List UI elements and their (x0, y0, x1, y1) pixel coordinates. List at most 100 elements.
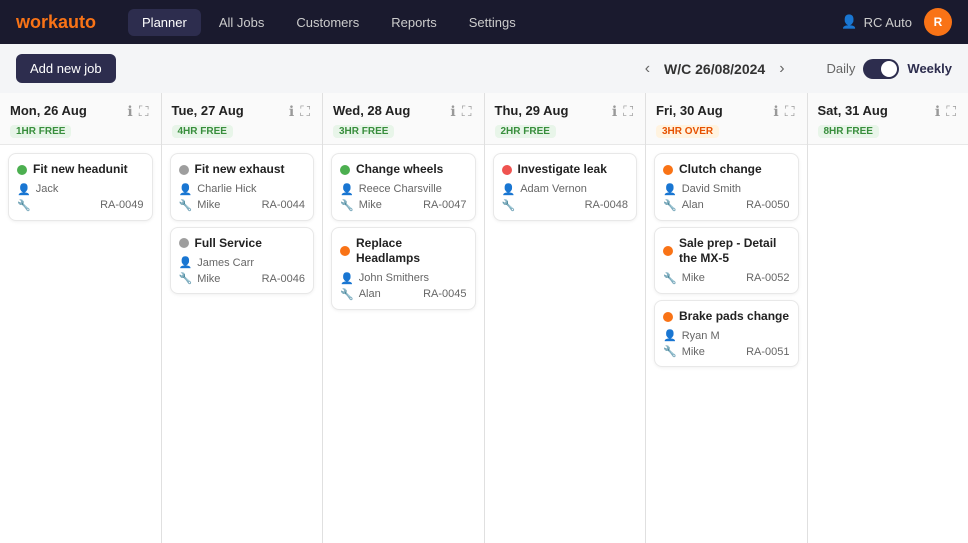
day-jobs-1: Fit new exhaust👤Charlie Hick🔧MikeRA-0044… (162, 145, 323, 302)
avatar[interactable]: R (924, 8, 952, 36)
job-id: RA-0044 (262, 199, 305, 211)
day-badge-5: 8HR FREE (818, 125, 879, 138)
week-label: W/C 26/08/2024 (664, 61, 765, 77)
day-expand-button-0[interactable]: ⛶ (137, 101, 151, 122)
job-title: Investigate leak (518, 162, 607, 178)
day-expand-button-1[interactable]: ⛶ (298, 101, 312, 122)
toolbar: Add new job ‹ W/C 26/08/2024 › Daily Wee… (0, 44, 968, 93)
job-status-dot (340, 165, 350, 175)
day-title-2: Wed, 28 Aug (333, 103, 410, 118)
day-header-2: Wed, 28 Aug ℹ⛶ 3HR FREE (323, 93, 484, 145)
job-card[interactable]: Full Service👤James Carr🔧MikeRA-0046 (170, 227, 315, 295)
day-header-5: Sat, 31 Augℹ⛶8HR FREE (808, 93, 968, 145)
nav-links: PlannerAll JobsCustomersReportsSettings (128, 9, 841, 36)
prev-week-button[interactable]: ‹ (639, 58, 656, 80)
view-daily-label: Daily (827, 61, 856, 76)
day-title-1: Tue, 27 Aug (172, 103, 244, 118)
wrench-icon: 🔧 (179, 199, 193, 212)
job-id: RA-0046 (262, 273, 305, 285)
day-column-3: Thu, 29 Augℹ⛶2HR FREEInvestigate leak👤Ad… (485, 93, 647, 543)
day-column-2: Wed, 28 Aug ℹ⛶ 3HR FREE Change wheels 👤Reece… (323, 93, 485, 543)
toggle-knob (881, 61, 897, 77)
logo: workauto (16, 12, 96, 33)
day-expand-button-3[interactable]: ⛶ (621, 101, 635, 122)
wrench-icon: 🔧 (663, 272, 677, 285)
job-title: Change wheels (356, 162, 443, 178)
day-title-4: Fri, 30 Aug (656, 103, 723, 118)
nav-link-planner[interactable]: Planner (128, 9, 201, 36)
person-icon: 👤 (179, 183, 193, 196)
day-info-button-4[interactable]: ℹ (771, 101, 780, 122)
job-card[interactable]: Investigate leak 👤Adam Vernon 🔧 RA-0048 (493, 153, 638, 221)
day-badge-1: 4HR FREE (172, 125, 233, 138)
job-customer: 👤Ryan M (663, 329, 790, 342)
view-weekly-label: Weekly (907, 61, 952, 76)
day-jobs-0: Fit new headunit👤Jack🔧RA-0049 (0, 145, 161, 229)
day-expand-button-5[interactable]: ⛶ (944, 101, 958, 122)
day-info-button-0[interactable]: ℹ (125, 101, 134, 122)
job-status-dot (340, 246, 350, 256)
job-status-dot (663, 312, 673, 322)
job-status-dot (17, 165, 27, 175)
job-card[interactable]: Change wheels👤Reece Charsville🔧MikeRA-00… (331, 153, 476, 221)
next-week-button[interactable]: › (773, 58, 790, 80)
nav-user[interactable]: 👤 RC Auto (841, 14, 912, 30)
add-new-job-button[interactable]: Add new job (16, 54, 116, 83)
job-id: RA-0048 (585, 199, 628, 211)
week-nav: ‹ W/C 26/08/2024 › (639, 58, 791, 80)
nav-link-customers[interactable]: Customers (282, 9, 373, 36)
job-card[interactable]: Fit new exhaust👤Charlie Hick🔧MikeRA-0044 (170, 153, 315, 221)
logo-accent: auto (58, 12, 96, 32)
job-title: Fit new headunit (33, 162, 128, 178)
job-card[interactable]: Replace Headlamps👤John Smithers🔧AlanRA-0… (331, 227, 476, 310)
wrench-icon: 🔧 (179, 272, 193, 285)
day-badge-4: 3HR OVER (656, 125, 719, 138)
job-assignee: Mike (197, 199, 220, 211)
job-customer: 👤Reece Charsville (340, 183, 467, 196)
day-info-button-2[interactable]: ℹ (448, 101, 457, 122)
wrench-icon: 🔧 (663, 199, 677, 212)
day-badge-2: 3HR FREE (333, 125, 394, 138)
day-info-button-1[interactable]: ℹ (287, 101, 296, 122)
day-header-1: Tue, 27 Aug ℹ⛶ 4HR FREE (162, 93, 323, 145)
nav-link-all-jobs[interactable]: All Jobs (205, 9, 279, 36)
job-customer: 👤Jack (17, 183, 144, 196)
job-card[interactable]: Sale prep - Detail the MX-5🔧MikeRA-0052 (654, 227, 799, 294)
job-customer: 👤Adam Vernon (502, 183, 629, 196)
job-assignee: Mike (197, 273, 220, 285)
day-info-button-3[interactable]: ℹ (610, 101, 619, 122)
person-icon: 👤 (502, 183, 516, 196)
day-expand-button-2[interactable]: ⛶ (460, 101, 474, 122)
job-status-dot (663, 165, 673, 175)
day-title-3: Thu, 29 Aug (495, 103, 569, 118)
nav-link-reports[interactable]: Reports (377, 9, 451, 36)
job-title: Full Service (195, 236, 262, 252)
day-info-button-5[interactable]: ℹ (933, 101, 942, 122)
wrench-icon: 🔧 (502, 199, 516, 212)
job-id: RA-0051 (746, 346, 789, 358)
job-title: Brake pads change (679, 309, 789, 325)
person-icon: 👤 (663, 329, 677, 342)
day-expand-button-4[interactable]: ⛶ (783, 101, 797, 122)
nav-link-settings[interactable]: Settings (455, 9, 530, 36)
day-jobs-4: Clutch change👤David Smith🔧AlanRA-0050Sal… (646, 145, 807, 375)
view-toggle-switch[interactable] (863, 59, 899, 79)
job-card[interactable]: Fit new headunit👤Jack🔧RA-0049 (8, 153, 153, 221)
job-assignee: Alan (682, 199, 704, 211)
view-toggle: Daily Weekly (827, 59, 952, 79)
logo-prefix: work (16, 12, 58, 32)
wrench-icon: 🔧 (340, 199, 354, 212)
day-jobs-5 (808, 145, 968, 161)
person-icon: 👤 (340, 183, 354, 196)
person-icon: 👤 (663, 183, 677, 196)
job-card[interactable]: Brake pads change👤Ryan M🔧MikeRA-0051 (654, 300, 799, 368)
job-card[interactable]: Clutch change👤David Smith🔧AlanRA-0050 (654, 153, 799, 221)
day-badge-0: 1HR FREE (10, 125, 71, 138)
day-title-0: Mon, 26 Aug (10, 103, 87, 118)
job-customer: 👤John Smithers (340, 272, 467, 285)
job-id: RA-0050 (746, 199, 789, 211)
user-icon: 👤 (841, 14, 857, 30)
wrench-icon: 🔧 (17, 199, 31, 212)
user-label: RC Auto (864, 15, 912, 30)
wrench-icon: 🔧 (340, 288, 354, 301)
